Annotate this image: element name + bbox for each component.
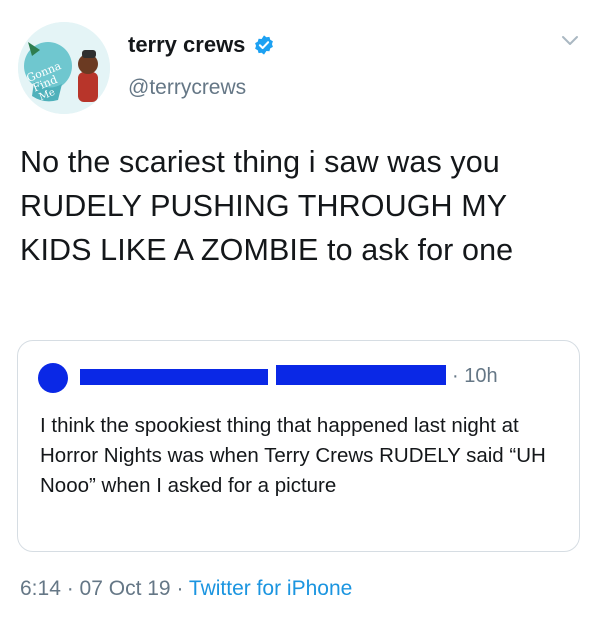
quoted-tweet-text: I think the spookiest thing that happene… [40, 414, 546, 497]
quoted-handle-redacted [276, 365, 446, 385]
author-handle[interactable]: @terrycrews [128, 76, 246, 100]
verified-badge-icon [255, 35, 274, 55]
tweet-card: Gonna Find Me terry crews @terrycrews No… [0, 0, 600, 618]
author-avatar[interactable]: Gonna Find Me [18, 22, 110, 114]
tweet-text: No the scariest thing i saw was you RUDE… [20, 145, 514, 267]
tweet-source-link[interactable]: Twitter for iPhone [189, 577, 352, 600]
quoted-avatar-redacted [38, 363, 68, 393]
quoted-name-redacted [80, 369, 268, 385]
tweet-time[interactable]: 6:14 [20, 577, 61, 600]
quoted-timestamp: · 10h [452, 365, 498, 387]
author-display-name[interactable]: terry crews [128, 32, 245, 58]
tweet-date[interactable]: 07 Oct 19 [80, 577, 171, 600]
meta-separator: · [60, 577, 80, 600]
quoted-tweet[interactable]: · 10h I think the spookiest thing that h… [17, 340, 580, 552]
meta-separator: · [170, 577, 189, 600]
avatar-image: Gonna Find Me [18, 22, 110, 114]
chevron-down-icon[interactable] [560, 34, 580, 48]
author-name-row: terry crews [128, 32, 275, 58]
tweet-meta: 6:14 · 07 Oct 19 · Twitter for iPhone [20, 577, 352, 601]
